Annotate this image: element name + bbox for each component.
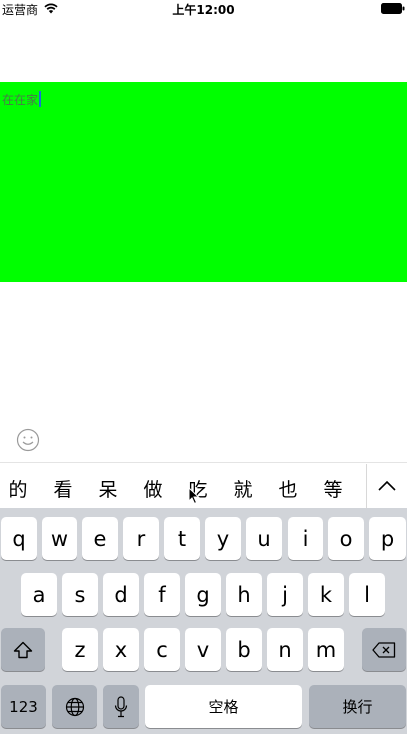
microphone-icon (114, 695, 128, 717)
candidate-bar: 的 看 呆 做 吃 就 也 等 (0, 462, 407, 508)
globe-icon (65, 697, 84, 716)
key-p[interactable]: p (369, 517, 406, 560)
chevron-up-icon[interactable] (376, 475, 398, 497)
candidate-item[interactable]: 也 (276, 475, 300, 502)
shift-icon (13, 641, 33, 658)
status-time: 上午12:00 (172, 3, 235, 17)
key-h[interactable]: h (226, 573, 262, 616)
key-r[interactable]: r (123, 517, 159, 560)
text-editor[interactable]: 在在家 (0, 82, 407, 282)
candidate-item[interactable]: 看 (51, 475, 75, 502)
backspace-icon (372, 641, 396, 658)
key-b[interactable]: b (226, 628, 262, 671)
key-o[interactable]: o (328, 517, 364, 560)
key-j[interactable]: j (267, 573, 303, 616)
battery-icon (381, 3, 405, 14)
key-z[interactable]: z (62, 628, 98, 671)
mouse-pointer-icon (188, 487, 200, 505)
key-w[interactable]: w (42, 517, 77, 560)
key-i[interactable]: i (288, 517, 323, 560)
delete-key[interactable] (362, 628, 406, 671)
status-bar: 运营商 上午12:00 (0, 0, 407, 18)
return-key[interactable]: 换行 (309, 685, 406, 728)
key-d[interactable]: d (103, 573, 139, 616)
key-l[interactable]: l (349, 573, 385, 616)
globe-key[interactable] (52, 685, 97, 728)
key-y[interactable]: y (205, 517, 241, 560)
key-c[interactable]: c (144, 628, 180, 671)
key-q[interactable]: q (1, 517, 37, 560)
smiley-icon[interactable] (16, 428, 40, 452)
key-k[interactable]: k (308, 573, 344, 616)
key-s[interactable]: s (62, 573, 98, 616)
candidate-item[interactable]: 等 (321, 475, 345, 502)
key-m[interactable]: m (308, 628, 344, 671)
key-e[interactable]: e (82, 517, 118, 560)
candidate-item[interactable]: 做 (141, 475, 165, 502)
key-u[interactable]: u (246, 517, 282, 560)
candidate-item[interactable]: 就 (231, 475, 255, 502)
space-key[interactable]: 空格 (145, 685, 302, 728)
candidate-item[interactable]: 呆 (96, 475, 120, 502)
shift-key[interactable] (1, 628, 45, 671)
candidate-item[interactable]: 的 (6, 475, 30, 502)
keyboard: q w e r t y u i o p a s d f g h j k l z … (0, 508, 407, 734)
key-f[interactable]: f (144, 573, 180, 616)
key-t[interactable]: t (164, 517, 200, 560)
key-a[interactable]: a (21, 573, 57, 616)
mic-key[interactable] (103, 685, 139, 728)
editor-text: 在在家 (2, 93, 39, 107)
key-n[interactable]: n (267, 628, 303, 671)
numbers-key[interactable]: 123 (1, 685, 46, 728)
key-x[interactable]: x (103, 628, 139, 671)
text-caret (39, 91, 42, 107)
candidate-divider (366, 464, 367, 508)
key-v[interactable]: v (185, 628, 221, 671)
key-g[interactable]: g (185, 573, 221, 616)
